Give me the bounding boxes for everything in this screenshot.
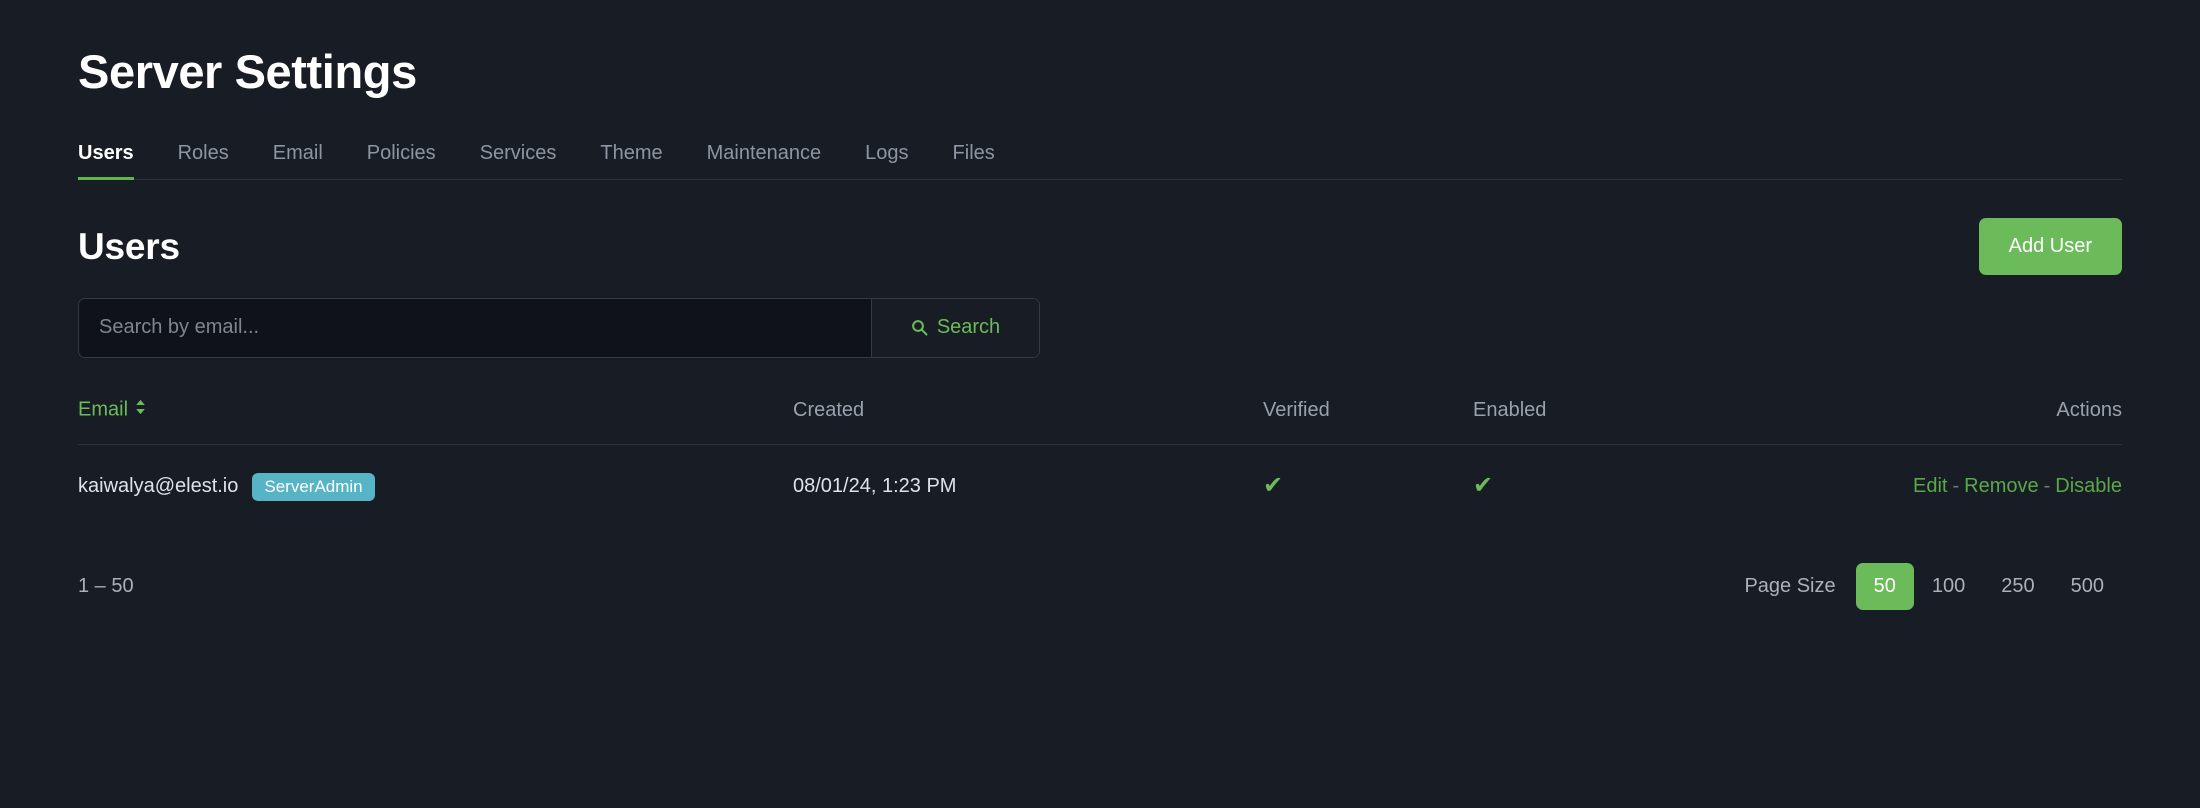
action-edit-link[interactable]: Edit [1913, 475, 1947, 497]
tab-label: Files [952, 141, 995, 164]
action-separator: - [1952, 475, 1960, 498]
tab-maintenance[interactable]: Maintenance [685, 143, 844, 179]
users-section-header: Users Add User [78, 218, 2122, 276]
page-size-option-250[interactable]: 250 [1983, 563, 2052, 610]
tab-roles[interactable]: Roles [156, 143, 251, 179]
column-header-verified: Verified [1263, 397, 1473, 445]
tab-label: Roles [177, 141, 229, 164]
page-size-label: Page Size [1744, 574, 1836, 597]
table-header-row: Email Created Verified Enabled Actions [78, 397, 2122, 445]
tab-label: Policies [366, 141, 436, 164]
search-icon [911, 319, 928, 336]
action-separator: - [2043, 475, 2051, 498]
page-size-option-50[interactable]: 50 [1855, 562, 1914, 610]
tab-email[interactable]: Email [251, 143, 345, 179]
page-size-option-500[interactable]: 500 [2053, 563, 2122, 610]
tab-logs[interactable]: Logs [843, 143, 930, 179]
page-size-selector: Page Size 50 100 250 500 [1744, 562, 2122, 610]
tab-label: Users [78, 141, 134, 164]
cell-email: kaiwalya@elest.io ServerAdmin [78, 444, 793, 501]
column-header-created: Created [793, 397, 1263, 445]
tab-label: Logs [865, 141, 909, 164]
add-user-button[interactable]: Add User [1978, 218, 2122, 276]
column-header-label: Actions [2056, 398, 2122, 421]
column-header-label: Created [793, 398, 865, 421]
verified-check-icon: ✔ [1263, 472, 1284, 500]
tab-theme[interactable]: Theme [578, 143, 684, 179]
page-size-option-100[interactable]: 100 [1914, 563, 1983, 610]
users-table-header: Email Created Verified Enabled Actions [78, 397, 2122, 445]
tab-services[interactable]: Services [458, 143, 579, 179]
search-button[interactable]: Search [871, 298, 1039, 357]
cell-created: 08/01/24, 1:23 PM [793, 475, 957, 498]
column-header-email[interactable]: Email [78, 397, 793, 445]
tab-users[interactable]: Users [78, 141, 156, 180]
tab-label: Maintenance [706, 141, 822, 164]
pagination-range: 1 – 50 [78, 574, 134, 597]
tab-policies[interactable]: Policies [345, 143, 458, 179]
settings-tabs: Users Roles Email Policies Services Theme Main… [78, 134, 2122, 180]
action-remove-link[interactable]: Remove [1964, 475, 2038, 497]
search-input[interactable] [79, 298, 871, 357]
users-table-body: kaiwalya@elest.io ServerAdmin 08/01/24, 1:… [78, 444, 2122, 501]
search-bar: Search [78, 297, 1040, 358]
section-title: Users [78, 225, 180, 267]
page-title: Server Settings [78, 45, 417, 98]
column-header-enabled: Enabled [1473, 397, 1773, 445]
column-header-label: Email [78, 397, 129, 420]
pagination: 1 – 50 Page Size 50 100 250 500 [78, 562, 2122, 610]
tab-label: Theme [600, 141, 663, 164]
enabled-check-icon: ✔ [1473, 472, 1494, 500]
tab-label: Services [479, 141, 557, 164]
server-settings-page: Server Settings Users Roles Email Policies S… [0, 0, 2200, 808]
search-button-label: Search [936, 316, 1001, 339]
cell-verified: ✔ [1263, 444, 1473, 501]
column-header-label: Enabled [1473, 398, 1547, 421]
cell-actions: Edit - Remove - Disable [1773, 444, 2122, 501]
user-email: kaiwalya@elest.io [78, 475, 239, 498]
cell-enabled: ✔ [1473, 444, 1773, 501]
action-disable-link[interactable]: Disable [2055, 475, 2122, 497]
column-header-actions: Actions [1773, 397, 2122, 445]
table-row: kaiwalya@elest.io ServerAdmin 08/01/24, 1:… [78, 444, 2122, 501]
tab-files[interactable]: Files [931, 143, 1017, 179]
email-cell-content: kaiwalya@elest.io ServerAdmin [78, 472, 793, 501]
tab-label: Email [272, 141, 323, 164]
sort-arrows-icon[interactable] [134, 398, 147, 422]
role-badge: ServerAdmin [252, 472, 375, 501]
column-header-label: Verified [1263, 398, 1330, 421]
users-table: Email Created Verified Enabled Actions kaiwa… [78, 397, 2122, 501]
